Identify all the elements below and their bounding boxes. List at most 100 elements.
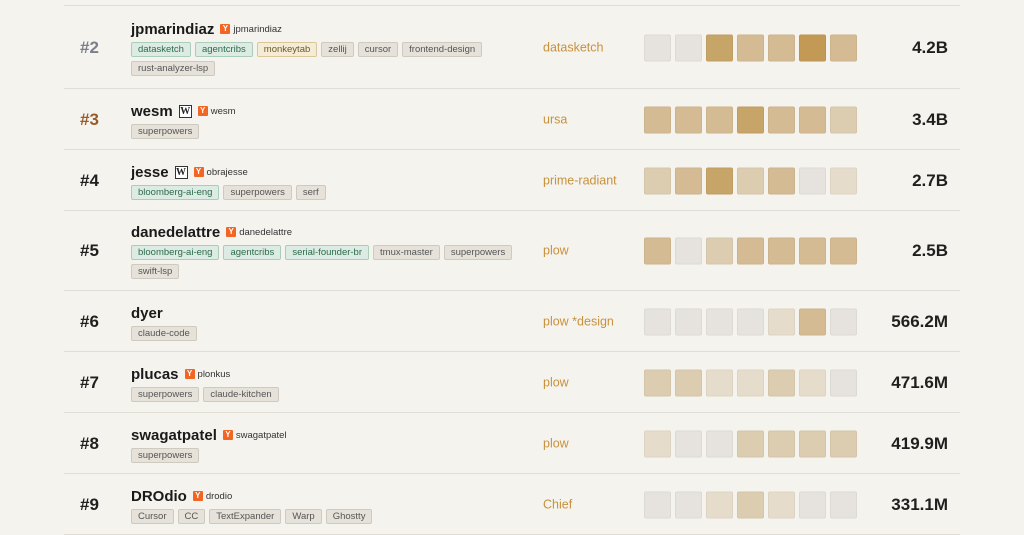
leaderboard-row[interactable]: #9 DROdio Ydrodio Cursor CC TextExpander Warp G… [64,474,960,535]
leaderboard-row[interactable]: #7 plucas Yplonkus superpowers claude-kitche… [64,352,960,413]
activity-cell[interactable] [706,491,733,518]
activity-cell[interactable] [644,167,671,194]
tag-chip[interactable]: Warp [285,509,322,524]
team-link[interactable]: plow [543,436,633,451]
wikipedia-icon[interactable]: W [174,165,188,179]
username-link[interactable]: jesse [131,164,169,181]
activity-cell[interactable] [644,106,671,133]
username-link[interactable]: wesm [131,103,173,120]
hacker-news-link[interactable]: Yobrajesse [193,167,248,178]
wikipedia-icon[interactable]: W [178,104,192,118]
activity-cell[interactable] [799,308,826,335]
activity-cell[interactable] [675,237,702,265]
username-link[interactable]: swagatpatel [131,427,217,444]
activity-cell[interactable] [644,491,671,518]
tag-chip[interactable]: datasketch [131,42,191,57]
activity-cell[interactable] [799,491,826,518]
team-link[interactable]: plow [543,244,633,259]
activity-cell[interactable] [799,106,826,133]
activity-cell[interactable] [644,34,671,62]
activity-cell[interactable] [768,34,795,62]
activity-cell[interactable] [768,237,795,265]
hacker-news-link[interactable]: Yplonkus [184,369,230,380]
activity-cell[interactable] [737,430,764,457]
tag-chip[interactable]: monkeytab [256,42,318,57]
activity-cell[interactable] [799,430,826,457]
leaderboard-row[interactable]: #3 wesm W Ywesm superpowers ursa 3.4B [64,89,960,150]
activity-cell[interactable] [675,430,702,457]
activity-cell[interactable] [644,308,671,335]
tag-chip[interactable]: cursor [357,42,399,57]
hacker-news-link[interactable]: Yswagatpatel [222,430,287,441]
tag-chip[interactable]: agentcribs [223,245,282,260]
activity-cell[interactable] [799,237,826,265]
leaderboard-row[interactable]: #4 jesse W Yobrajesse bloomberg-ai-eng superp… [64,150,960,211]
team-link[interactable]: plow [543,375,633,390]
activity-cell[interactable] [768,106,795,133]
tag-chip[interactable]: Ghostty [325,509,373,524]
tag-chip[interactable]: superpowers [443,245,513,260]
activity-cell[interactable] [737,369,764,396]
activity-cell[interactable] [675,34,702,62]
team-link[interactable]: Chief [543,497,633,512]
tag-chip[interactable]: swift-lsp [131,264,180,279]
activity-cell[interactable] [768,430,795,457]
hacker-news-link[interactable]: Yjpmarindiaz [220,24,282,35]
username-link[interactable]: danedelattre [131,224,220,241]
hacker-news-link[interactable]: Ydrodio [192,491,232,502]
username-link[interactable]: dyer [131,305,163,322]
tag-chip[interactable]: TextExpander [209,509,282,524]
activity-cell[interactable] [706,237,733,265]
username-link[interactable]: DROdio [131,488,187,505]
activity-cell[interactable] [737,106,764,133]
leaderboard-row[interactable]: #6 dyer claude-code plow *design 566.2M [64,291,960,352]
activity-cell[interactable] [799,369,826,396]
tag-chip[interactable]: agentcribs [194,42,253,57]
activity-cell[interactable] [768,491,795,518]
leaderboard-row[interactable]: #5 danedelattre Ydanedelattre bloomberg-ai-… [64,211,960,291]
leaderboard-row[interactable]: #2 jpmarindiaz Yjpmarindiaz datasketch agent… [64,5,960,89]
activity-cell[interactable] [644,237,671,265]
activity-cell[interactable] [799,34,826,62]
activity-cell[interactable] [768,308,795,335]
team-link[interactable]: plow *design [543,314,633,329]
activity-cell[interactable] [675,167,702,194]
tag-chip[interactable]: superpowers [223,185,292,200]
activity-cell[interactable] [768,369,795,396]
activity-cell[interactable] [644,430,671,457]
activity-cell[interactable] [675,369,702,396]
activity-cell[interactable] [799,167,826,194]
activity-cell[interactable] [737,34,764,62]
activity-cell[interactable] [675,308,702,335]
tag-chip[interactable]: frontend-design [402,42,483,57]
tag-chip[interactable]: serial-founder-br [285,245,370,260]
activity-cell[interactable] [768,167,795,194]
activity-cell[interactable] [706,106,733,133]
activity-cell[interactable] [706,167,733,194]
tag-chip[interactable]: CC [177,509,206,524]
tag-chip[interactable]: claude-kitchen [203,387,279,402]
hacker-news-link[interactable]: Ywesm [197,106,236,117]
username-link[interactable]: jpmarindiaz [131,21,214,38]
tag-chip[interactable]: superpowers [131,387,200,402]
activity-cell[interactable] [706,308,733,335]
tag-chip[interactable]: bloomberg-ai-eng [131,185,220,200]
hacker-news-link[interactable]: Ydanedelattre [226,227,292,238]
activity-cell[interactable] [737,308,764,335]
activity-cell[interactable] [737,491,764,518]
tag-chip[interactable]: tmux-master [373,245,440,260]
tag-chip[interactable]: superpowers [131,448,200,463]
activity-cell[interactable] [675,106,702,133]
team-link[interactable]: ursa [543,112,633,127]
activity-cell[interactable] [706,430,733,457]
tag-chip[interactable]: rust-analyzer-lsp [131,61,216,76]
team-link[interactable]: prime-radiant [543,173,633,188]
tag-chip[interactable]: serf [295,185,326,200]
leaderboard-row[interactable]: #8 swagatpatel Yswagatpatel superpowers plow… [64,413,960,474]
tag-chip[interactable]: superpowers [131,124,200,139]
activity-cell[interactable] [675,491,702,518]
tag-chip[interactable]: claude-code [131,326,197,341]
activity-cell[interactable] [706,369,733,396]
activity-cell[interactable] [706,34,733,62]
activity-cell[interactable] [737,237,764,265]
